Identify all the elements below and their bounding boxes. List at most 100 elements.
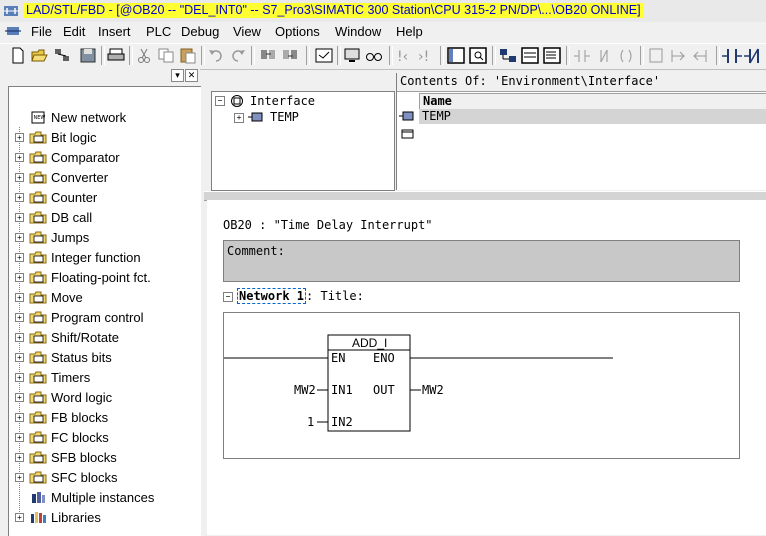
copy-icon[interactable] (156, 46, 176, 65)
catalog-expand-toggle[interactable]: + (15, 133, 24, 142)
menu-help[interactable]: Help (396, 24, 423, 39)
interface-tree[interactable]: − Interface + TEMP (211, 91, 395, 191)
catalog-item[interactable]: + FB blocks (9, 409, 199, 427)
catalog-expand-toggle[interactable]: + (15, 173, 24, 182)
accessible-nodes-icon[interactable] (52, 46, 72, 65)
new-icon[interactable] (8, 46, 28, 65)
document-system-menu-icon[interactable] (5, 24, 21, 38)
pane-close-button[interactable]: ✕ (185, 69, 198, 82)
program-elements-tree[interactable]: NEW New network + Bit logic + Comparator + Conv… (8, 86, 201, 536)
catalog-expand-toggle[interactable]: + (15, 193, 24, 202)
contact-no-icon[interactable] (722, 46, 742, 65)
catalog-expand-toggle[interactable]: + (15, 233, 24, 242)
catalog-item[interactable]: + SFB blocks (9, 449, 199, 467)
catalog-expand-toggle[interactable]: + (15, 313, 24, 322)
network-collapse-toggle[interactable]: − (223, 291, 233, 302)
catalog-item[interactable]: + Timers (9, 369, 199, 387)
catalog-expand-toggle[interactable]: + (15, 273, 24, 282)
catalog-expand-toggle[interactable]: + (15, 293, 24, 302)
undo-icon[interactable] (206, 46, 226, 65)
block-title[interactable]: OB20 : "Time Delay Interrupt" (223, 218, 433, 232)
catalog-item[interactable]: + FC blocks (9, 429, 199, 447)
catalog-expand-toggle[interactable]: + (15, 333, 24, 342)
menu-file[interactable]: File (31, 24, 52, 39)
catalog-item[interactable]: + Move (9, 289, 199, 307)
coil-icon[interactable] (616, 46, 636, 65)
menu-debug[interactable]: Debug (181, 24, 219, 39)
save-icon[interactable] (78, 46, 98, 65)
catalog-expand-toggle[interactable]: + (15, 513, 24, 522)
code-editor[interactable]: OB20 : "Time Delay Interrupt" Comment: −… (207, 200, 766, 535)
ref-icon[interactable] (520, 46, 540, 65)
catalog-expand-toggle[interactable]: + (15, 413, 24, 422)
insert-icon[interactable] (314, 46, 334, 65)
upload-icon[interactable] (280, 46, 300, 65)
in1-operand[interactable]: MW2 (294, 383, 316, 397)
catalog-expand-toggle[interactable]: + (15, 253, 24, 262)
catalog-item[interactable]: + Status bits (9, 349, 199, 367)
menu-insert[interactable]: Insert (98, 24, 131, 39)
block-comment-field[interactable]: Comment: (223, 240, 740, 282)
catalog-item[interactable]: + Counter (9, 189, 199, 207)
catalog-expand-toggle[interactable]: + (15, 213, 24, 222)
catalog-item[interactable]: + Libraries (9, 509, 199, 527)
glasses-icon[interactable] (364, 46, 384, 65)
exclamation-next-icon[interactable]: ›! (416, 46, 436, 65)
cut-icon[interactable] (134, 46, 154, 65)
interface-collapse-toggle[interactable]: − (215, 96, 225, 106)
menu-edit[interactable]: Edit (63, 24, 85, 39)
print-icon[interactable] (106, 46, 126, 65)
stl-icon[interactable] (542, 46, 562, 65)
menu-options[interactable]: Options (275, 24, 320, 39)
catalog-item[interactable]: + Floating-point fct. (9, 269, 199, 287)
network-label[interactable]: Network 1 (237, 288, 307, 304)
network-1-body[interactable]: ADD_I EN ENO IN1 OUT IN2 MW2 1 MW2 (223, 312, 740, 459)
catalog-expand-toggle[interactable]: + (15, 373, 24, 382)
catalog-item[interactable]: + Converter (9, 169, 199, 187)
branch-open-icon[interactable] (668, 46, 688, 65)
pane-menu-button[interactable]: ▾ (171, 69, 184, 82)
catalog-item[interactable]: NEW New network (9, 109, 199, 127)
network-title[interactable]: : Title: (306, 289, 364, 303)
open-icon[interactable] (30, 46, 50, 65)
bit-symbol-icon[interactable] (572, 46, 592, 65)
box-icon[interactable] (646, 46, 666, 65)
download-icon[interactable] (258, 46, 278, 65)
catalog-item[interactable]: + SFC blocks (9, 469, 199, 487)
contents-row-temp[interactable]: TEMP (419, 109, 766, 124)
catalog-expand-toggle[interactable]: + (15, 353, 24, 362)
details-icon[interactable] (468, 46, 488, 65)
interface-temp-label[interactable]: TEMP (270, 110, 299, 124)
menu-plc[interactable]: PLC (146, 24, 171, 39)
exclamation-icon[interactable]: !‹ (394, 46, 414, 65)
branch-close-icon[interactable] (690, 46, 710, 65)
block-name[interactable]: ADD_I (352, 336, 387, 350)
name-column-header[interactable]: Name (419, 93, 766, 110)
contact-negated-icon[interactable] (744, 46, 764, 65)
catalog-item[interactable]: Multiple instances (9, 489, 199, 507)
paste-icon[interactable] (178, 46, 198, 65)
catalog-item[interactable]: + Comparator (9, 149, 199, 167)
in2-operand[interactable]: 1 (307, 415, 314, 429)
contact-nc-icon[interactable] (594, 46, 614, 65)
network-icon[interactable] (498, 46, 518, 65)
menu-view[interactable]: View (233, 24, 261, 39)
overview-icon[interactable] (446, 46, 466, 65)
catalog-expand-toggle[interactable]: + (15, 453, 24, 462)
catalog-item[interactable]: + Integer function (9, 249, 199, 267)
catalog-item[interactable]: + DB call (9, 209, 199, 227)
catalog-expand-toggle[interactable]: + (15, 473, 24, 482)
menu-window[interactable]: Window (335, 24, 381, 39)
catalog-item[interactable]: + Program control (9, 309, 199, 327)
temp-expand-toggle[interactable]: + (234, 113, 244, 123)
catalog-item[interactable]: + Shift/Rotate (9, 329, 199, 347)
catalog-item[interactable]: + Word logic (9, 389, 199, 407)
interface-root-label[interactable]: Interface (250, 94, 315, 108)
monitor-icon[interactable] (342, 46, 362, 65)
catalog-item[interactable]: + Jumps (9, 229, 199, 247)
catalog-item[interactable]: + Bit logic (9, 129, 199, 147)
out-operand[interactable]: MW2 (422, 383, 444, 397)
catalog-expand-toggle[interactable]: + (15, 433, 24, 442)
catalog-expand-toggle[interactable]: + (15, 153, 24, 162)
catalog-expand-toggle[interactable]: + (15, 393, 24, 402)
